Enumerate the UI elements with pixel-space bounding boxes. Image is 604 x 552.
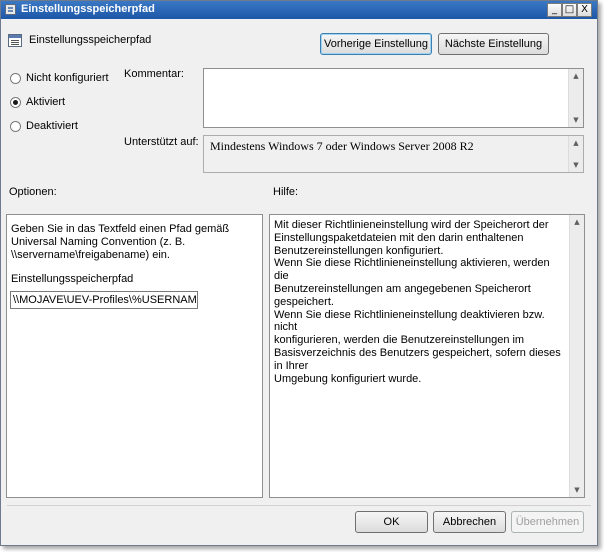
window-app-icon [5,4,16,15]
radio-enabled-label[interactable]: Aktiviert [26,96,65,108]
radio-disabled[interactable] [10,121,21,132]
help-text: Mit dieser Richtlinieneinstellung wird d… [274,219,564,385]
policy-setting-icon [8,34,22,47]
window-title: Einstellungsspeicherpfad [21,3,155,15]
radio-disabled-label[interactable]: Deaktiviert [26,120,78,132]
scroll-up-icon[interactable]: ▲ [570,215,584,229]
help-line: Mit dieser Richtlinieneinstellung wird d… [274,219,549,231]
scroll-down-icon[interactable]: ▼ [569,113,583,127]
help-line: Umgebung konfiguriert wurde. [274,372,422,385]
policy-dialog-window: Einstellungsspeicherpfad _ □ X Einstellu… [0,0,598,546]
scroll-up-icon[interactable]: ▲ [569,69,583,83]
help-line: Benutzereinstellungen konfiguriert. [274,244,444,257]
cancel-button[interactable]: Abbrechen [433,511,506,533]
comment-textarea[interactable]: ▲ ▼ [203,68,584,128]
setting-title: Einstellungsspeicherpfad [29,34,152,46]
previous-setting-button[interactable]: Vorherige Einstellung [320,33,432,55]
supported-on-field: Mindestens Windows 7 oder Windows Server… [203,135,584,173]
help-line: Basisverzeichnis des Benutzers gespeiche… [274,346,561,372]
scroll-down-icon[interactable]: ▼ [569,158,583,172]
apply-button[interactable]: Übernehmen [511,511,584,533]
storage-path-label: Einstellungsspeicherpfad [11,273,134,285]
radio-not-configured[interactable] [10,73,21,84]
next-setting-button[interactable]: Nächste Einstellung [438,33,549,55]
supported-on-label: Unterstützt auf: [124,136,199,148]
help-scrollbar[interactable]: ▲ ▼ [569,215,584,497]
help-label: Hilfe: [273,186,299,198]
help-panel: Mit dieser Richtlinieneinstellung wird d… [269,214,585,498]
ok-button[interactable]: OK [355,511,428,533]
title-bar[interactable]: Einstellungsspeicherpfad _ □ X [1,1,597,19]
minimize-button[interactable]: _ [547,3,562,17]
comment-scrollbar[interactable]: ▲ ▼ [568,69,583,127]
help-line: Benutzereinstellungen am angegebenen Spe… [274,282,531,308]
radio-enabled[interactable] [10,97,21,108]
options-description: Geben Sie in das Textfeld einen Pfad gem… [11,223,230,261]
scroll-down-icon[interactable]: ▼ [570,483,584,497]
help-line: Wenn Sie diese Richtlinieneinstellung de… [274,308,545,334]
help-line: Wenn Sie diese Richtlinieneinstellung ak… [274,257,550,283]
help-line: Einstellungspaketdateien mit den darin e… [274,231,524,244]
footer-divider [7,505,591,506]
storage-path-input[interactable]: \\MOJAVE\UEV-Profiles\%USERNAME% [10,291,198,309]
scroll-up-icon[interactable]: ▲ [569,136,583,150]
help-line: konfigurieren, werden die Benutzereinste… [274,334,525,347]
supported-scrollbar[interactable]: ▲ ▼ [568,136,583,172]
radio-not-configured-label[interactable]: Nicht konfiguriert [26,72,109,84]
close-button[interactable]: X [577,3,592,17]
options-label: Optionen: [9,186,57,198]
supported-on-value: Mindestens Windows 7 oder Windows Server… [210,139,474,153]
maximize-button[interactable]: □ [562,3,577,17]
comment-label: Kommentar: [124,68,184,80]
